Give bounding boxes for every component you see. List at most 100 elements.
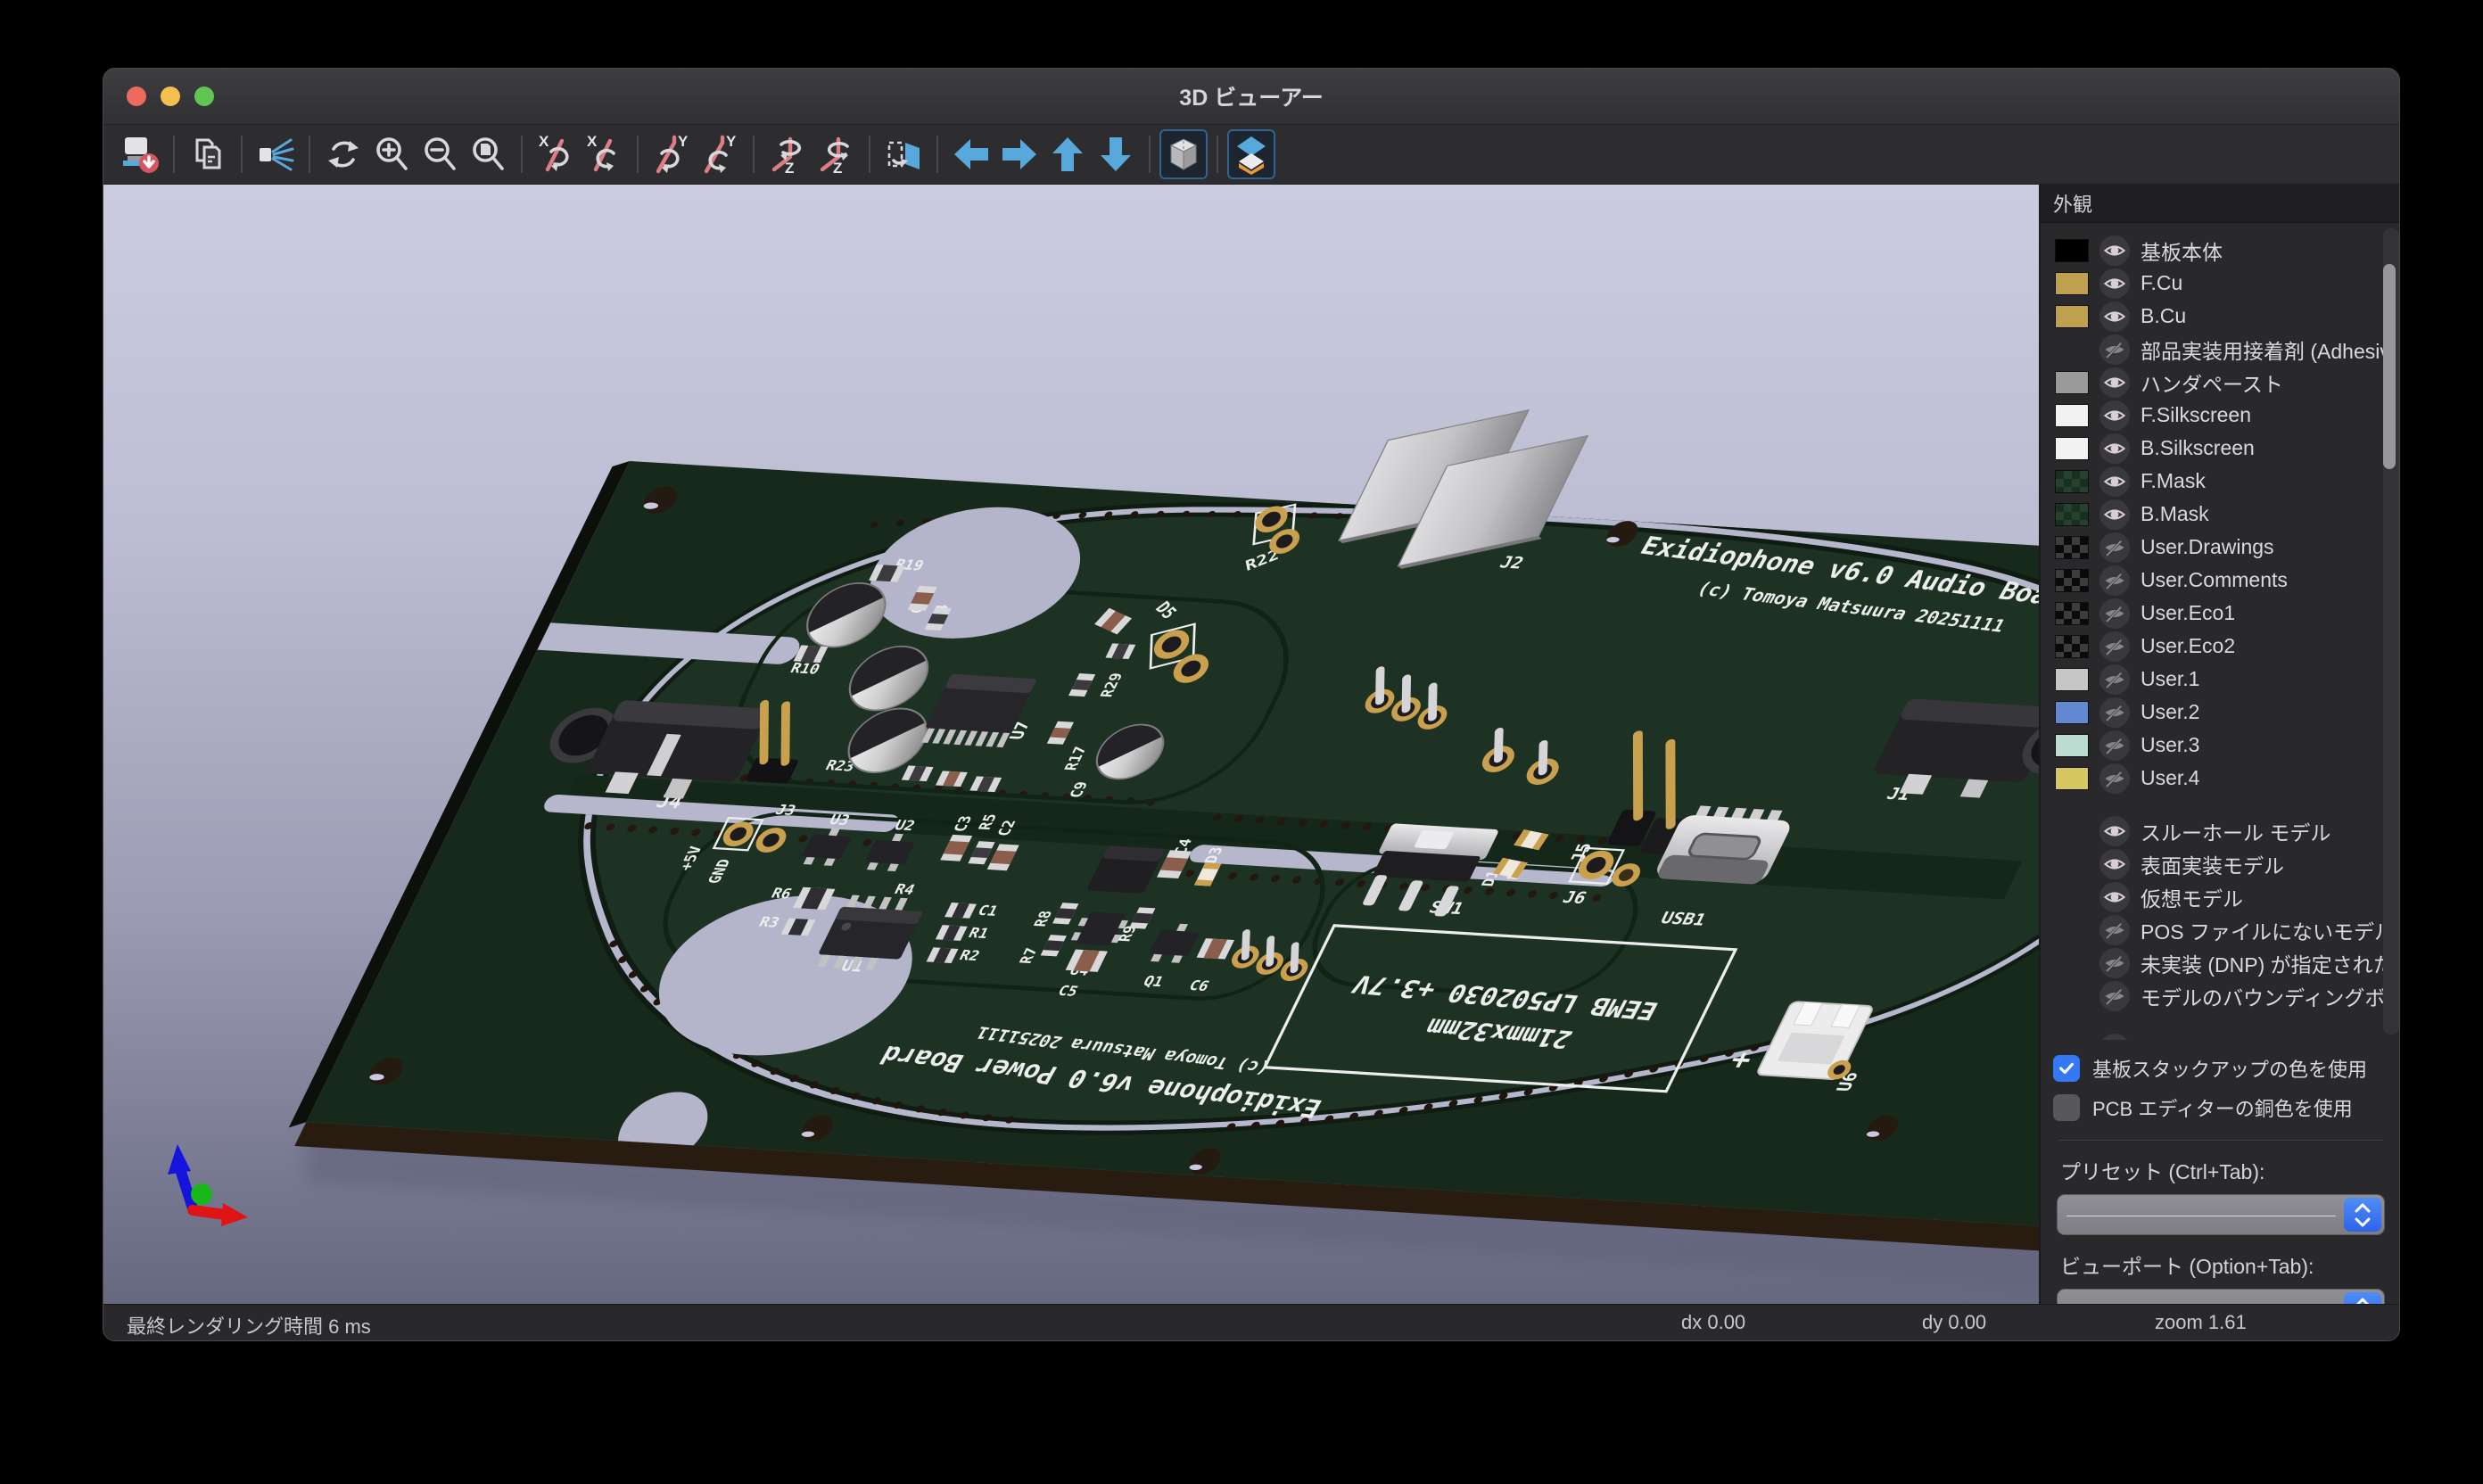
visibility-off-icon[interactable] (2099, 334, 2130, 365)
zoom-out-button[interactable] (416, 129, 464, 179)
layer-row[interactable]: 仮想モデル (2055, 880, 2400, 913)
visibility-off-icon[interactable] (2099, 763, 2130, 794)
visibility-on-icon[interactable] (2099, 400, 2130, 431)
viewport-stepper-icon[interactable] (2344, 1292, 2381, 1304)
layer-color-swatch[interactable] (2055, 668, 2089, 691)
layer-color-swatch[interactable] (2055, 569, 2089, 592)
checkbox-unchecked[interactable] (2053, 1094, 2080, 1121)
visibility-on-icon[interactable] (2099, 301, 2130, 332)
layer-color-swatch[interactable] (2055, 470, 2089, 493)
flip-board-button[interactable] (879, 129, 928, 179)
layer-color-swatch[interactable] (2055, 437, 2089, 460)
layer-list[interactable]: 基板本体F.CuB.Cu部品実装用接着剤 (Adhesive)ハンダペーストF.… (2041, 223, 2400, 1040)
layer-row[interactable]: 部品実装用接着剤 (Adhesive) (2055, 333, 2400, 366)
pcb-3d-viewport[interactable]: Exidiophone v6.0 Audio Board(c) Tomoya M… (103, 185, 2039, 1304)
visibility-off-icon[interactable] (2099, 915, 2130, 945)
option-row[interactable]: 基板スタックアップの色を使用 (2053, 1049, 2388, 1088)
visibility-on-icon[interactable] (2099, 882, 2130, 912)
layer-color-swatch[interactable] (2055, 635, 2089, 658)
visibility-on-icon[interactable] (2099, 433, 2130, 464)
reload-board-button[interactable] (116, 129, 164, 179)
layer-color-swatch[interactable] (2055, 734, 2089, 757)
visibility-off-icon[interactable] (2099, 948, 2130, 978)
layer-color-swatch[interactable] (2055, 536, 2089, 559)
visibility-on-icon[interactable] (2099, 466, 2130, 497)
layer-row[interactable]: User.1 (2055, 663, 2400, 696)
pan-down-button[interactable] (1092, 129, 1140, 179)
layer-row[interactable]: B.Silkscreen (2055, 432, 2400, 465)
appearance-layers-toggle[interactable] (1227, 129, 1275, 179)
layer-row[interactable]: POS ファイルにないモデル (2055, 913, 2400, 946)
checkbox-checked[interactable] (2053, 1055, 2080, 1082)
zoom-fit-button[interactable] (464, 129, 512, 179)
layer-row[interactable]: User.3 (2055, 729, 2400, 762)
layer-row[interactable]: User.Eco1 (2055, 597, 2400, 630)
visibility-off-icon[interactable] (2099, 598, 2130, 629)
viewport-dropdown[interactable] (2057, 1289, 2385, 1304)
layer-color-swatch[interactable] (2055, 272, 2089, 295)
rotate-x-counterclockwise-button[interactable]: X (580, 129, 628, 179)
layer-row[interactable]: F.Cu (2055, 267, 2400, 300)
visibility-on-icon[interactable] (2099, 1034, 2130, 1041)
layer-color-swatch[interactable] (2055, 239, 2089, 262)
dx-readout: dx 0.00 (1681, 1311, 1745, 1334)
visibility-on-icon[interactable] (2099, 268, 2130, 299)
layer-color-swatch[interactable] (2055, 701, 2089, 724)
visibility-off-icon[interactable] (2099, 981, 2130, 1011)
layer-row[interactable]: User.Eco2 (2055, 630, 2400, 663)
layer-row[interactable]: ハンダペースト (2055, 366, 2400, 399)
layer-row[interactable]: 値 (2055, 1032, 2400, 1040)
scrollbar-thumb[interactable] (2383, 264, 2396, 469)
visibility-off-icon[interactable] (2099, 697, 2130, 728)
visibility-on-icon[interactable] (2099, 235, 2130, 266)
rotate-x-clockwise-button[interactable]: X (532, 129, 580, 179)
visibility-off-icon[interactable] (2099, 631, 2130, 662)
layer-row[interactable]: User.Comments (2055, 564, 2400, 597)
layer-row[interactable]: 未実装 (DNP) が指定された基板 (2055, 946, 2400, 979)
layer-row[interactable]: F.Mask (2055, 465, 2400, 498)
layer-color-swatch[interactable] (2055, 371, 2089, 394)
layer-color-swatch[interactable] (2055, 767, 2089, 790)
visibility-off-icon[interactable] (2099, 565, 2130, 596)
layer-row[interactable]: User.Drawings (2055, 531, 2400, 564)
rotate-z-clockwise-button[interactable]: Z (763, 129, 812, 179)
layer-row[interactable]: User.4 (2055, 762, 2400, 795)
pcb-board[interactable]: Exidiophone v6.0 Audio Board(c) Tomoya M… (241, 356, 2039, 1258)
layer-row[interactable]: User.2 (2055, 696, 2400, 729)
visibility-on-icon[interactable] (2099, 367, 2130, 398)
visibility-on-icon[interactable] (2099, 816, 2130, 846)
layer-row[interactable]: B.Cu (2055, 300, 2400, 333)
orthographic-projection-toggle[interactable] (1159, 129, 1208, 179)
rotate-y-clockwise-button[interactable]: Y (648, 129, 696, 179)
option-row[interactable]: PCB エディターの銅色を使用 (2053, 1088, 2388, 1127)
redraw-button[interactable] (319, 129, 367, 179)
layer-row[interactable]: 基板本体 (2055, 234, 2400, 267)
rotate-y-counterclockwise-button[interactable]: Y (696, 129, 744, 179)
visibility-off-icon[interactable] (2099, 730, 2130, 761)
visibility-off-icon[interactable] (2099, 532, 2130, 563)
pan-up-button[interactable] (1044, 129, 1092, 179)
zoom-in-button[interactable] (367, 129, 416, 179)
preset-dropdown[interactable] (2057, 1194, 2385, 1235)
raytracing-render-button[interactable] (252, 129, 300, 179)
visibility-on-icon[interactable] (2099, 499, 2130, 530)
layer-row[interactable]: B.Mask (2055, 498, 2400, 531)
layer-row[interactable]: F.Silkscreen (2055, 399, 2400, 432)
scrollbar-track[interactable] (2383, 228, 2399, 1035)
dy-readout: dy 0.00 (1922, 1311, 1986, 1334)
visibility-on-icon[interactable] (2099, 849, 2130, 879)
layer-color-swatch[interactable] (2055, 305, 2089, 328)
visibility-off-icon[interactable] (2099, 664, 2130, 695)
copy-image-button[interactable] (184, 129, 232, 179)
layer-color-swatch[interactable] (2055, 503, 2089, 526)
layer-row[interactable]: モデルのバウンディングボックス (2055, 979, 2400, 1012)
rotate-z-counterclockwise-button[interactable]: Z (812, 129, 860, 179)
layer-row[interactable]: スルーホール モデル (2055, 814, 2400, 847)
preset-stepper-icon[interactable] (2344, 1198, 2381, 1232)
pan-left-button[interactable] (947, 129, 995, 179)
pan-right-button[interactable] (995, 129, 1044, 179)
layer-color-swatch[interactable] (2055, 602, 2089, 625)
layer-color-swatch[interactable] (2055, 404, 2089, 427)
layer-row[interactable]: 表面実装モデル (2055, 847, 2400, 880)
titlebar[interactable]: 3D ビューアー (103, 69, 2399, 125)
